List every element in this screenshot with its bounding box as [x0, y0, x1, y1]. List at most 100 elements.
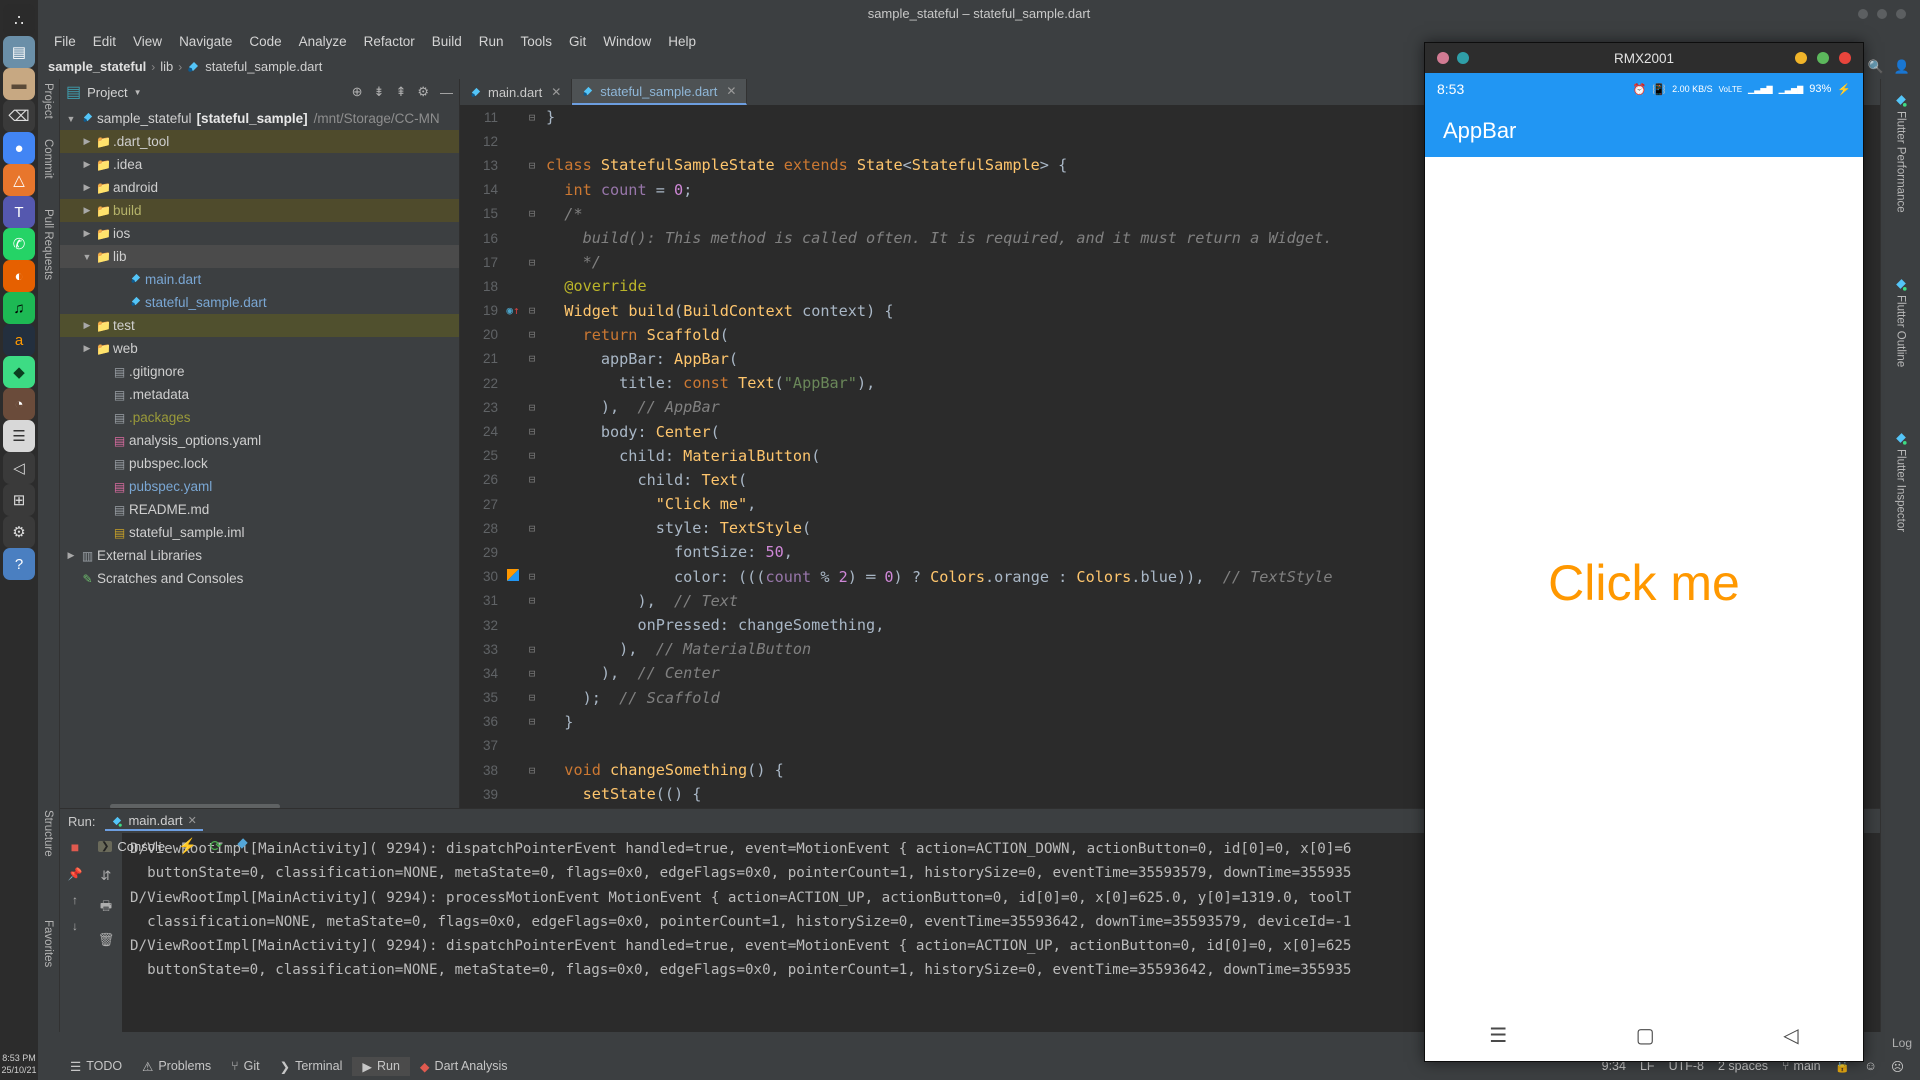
close-icon[interactable]: ✕	[551, 85, 561, 99]
volume-icon[interactable]: ◁	[3, 452, 35, 484]
status-item-todo[interactable]: ☰ TODO	[60, 1057, 132, 1076]
fold-toggle-icon[interactable]: ⊟	[522, 425, 542, 438]
chevron-right-icon[interactable]: ▶	[80, 182, 94, 193]
target-icon[interactable]: ⊕	[352, 84, 363, 100]
tree-node[interactable]: ▤ .gitignore	[60, 360, 459, 383]
status-item-git[interactable]: ⑂ Git	[221, 1057, 270, 1075]
menu-item-view[interactable]: View	[125, 31, 170, 52]
run-tab[interactable]: main.dart ✕	[105, 811, 203, 831]
strip-structure[interactable]: Structure	[42, 810, 54, 862]
emulator-screen[interactable]: 8:53 ⏰ 📳 2.00 KB/S VoLTE ▁▃▅▇ ▁▃▅▇ 93% ⚡…	[1425, 73, 1863, 1061]
fold-toggle-icon[interactable]: ⊟	[522, 449, 542, 462]
arrow-up-icon[interactable]: ↑	[72, 893, 78, 907]
project-tree[interactable]: ▼ sample_stateful [stateful_sample] /mnt/St…	[60, 105, 459, 808]
lightning-icon[interactable]: ⚡	[178, 837, 197, 855]
log-label[interactable]: Log	[1892, 1036, 1912, 1050]
chevron-right-icon[interactable]: ▶	[64, 550, 78, 561]
help-icon[interactable]: ?	[3, 548, 35, 580]
chevron-down-icon[interactable]: ▼	[80, 252, 94, 262]
chevron-down-icon[interactable]: ▼	[134, 88, 142, 97]
tree-node[interactable]: ▶ 📁 web	[60, 337, 459, 360]
refresh-icon[interactable]: ⟳	[210, 837, 223, 855]
amazon-icon[interactable]: a	[3, 324, 35, 356]
fold-toggle-icon[interactable]: ⊟	[522, 256, 542, 269]
folder-icon[interactable]: ▬	[3, 68, 35, 100]
menu-item-edit[interactable]: Edit	[85, 31, 124, 52]
tree-node[interactable]: ▶ 📁 test	[60, 314, 459, 337]
whatsapp-icon[interactable]: ✆	[3, 228, 35, 260]
emulator-minimize-button[interactable]	[1795, 52, 1807, 64]
tree-node[interactable]: ▤ stateful_sample.iml	[60, 521, 459, 544]
close-icon[interactable]: ✕	[188, 814, 197, 827]
color-swatch-icon[interactable]	[504, 569, 522, 584]
menu-item-code[interactable]: Code	[241, 31, 289, 52]
status-item-run[interactable]: ▶ Run	[352, 1056, 410, 1076]
expand-all-icon[interactable]: ⇟	[374, 84, 385, 100]
tree-node[interactable]: ▶ 📁 android	[60, 176, 459, 199]
tree-node[interactable]: ✎ Scratches and Consoles	[60, 567, 459, 590]
stop-icon[interactable]: ■	[71, 839, 79, 855]
fold-toggle-icon[interactable]: ⊟	[522, 401, 542, 414]
strip-favorites[interactable]: Favorites	[42, 920, 54, 972]
arrow-down-icon[interactable]: ↓	[72, 919, 78, 933]
chevron-right-icon[interactable]: ▶	[80, 205, 94, 216]
tree-node[interactable]: ▤ .metadata	[60, 383, 459, 406]
account-icon[interactable]: 👤	[1892, 57, 1912, 77]
menu-item-git[interactable]: Git	[561, 31, 594, 52]
status-item-dart-analysis[interactable]: ◆ Dart Analysis	[410, 1057, 518, 1076]
right-strip-flutter-outline[interactable]: Flutter Outline	[1894, 277, 1908, 367]
status-item-problems[interactable]: ⚠ Problems	[132, 1057, 221, 1076]
fold-toggle-icon[interactable]: ⊟	[522, 667, 542, 680]
calculator-icon[interactable]: ⊞	[3, 484, 35, 516]
fold-toggle-icon[interactable]: ⊟	[522, 304, 542, 317]
settings-icon[interactable]: ⚙	[3, 516, 35, 548]
fold-toggle-icon[interactable]: ⊟	[522, 207, 542, 220]
tree-node[interactable]: ▤ .packages	[60, 406, 459, 429]
gear-icon[interactable]: ⚙	[417, 84, 429, 100]
tree-node[interactable]: ▼ 📁 lib	[60, 245, 459, 268]
jetbrains-toolbox-icon[interactable]: ∴	[3, 4, 35, 36]
chevron-right-icon[interactable]: ▶	[80, 136, 94, 147]
hide-icon[interactable]: —	[440, 85, 453, 100]
fold-toggle-icon[interactable]: ⊟	[522, 594, 542, 607]
tree-node[interactable]: ▶ 📁 ios	[60, 222, 459, 245]
menu-item-analyze[interactable]: Analyze	[291, 31, 355, 52]
tree-node[interactable]: ▶ 📁 .idea	[60, 153, 459, 176]
click-me-button[interactable]: Click me	[1548, 554, 1740, 612]
console-tab[interactable]: ❯ Console	[98, 839, 165, 854]
tree-node[interactable]: ▤ pubspec.lock	[60, 452, 459, 475]
close-icon[interactable]: ✕	[726, 84, 736, 98]
emulator-close-button[interactable]	[1839, 52, 1851, 64]
fold-toggle-icon[interactable]: ⊟	[522, 764, 542, 777]
fold-toggle-icon[interactable]: ⊟	[522, 570, 542, 583]
firefox-icon[interactable]: ◐	[3, 260, 35, 292]
chevron-right-icon[interactable]: ▶	[80, 343, 94, 354]
fold-toggle-icon[interactable]: ⊟	[522, 111, 542, 124]
emulator-maximize-button[interactable]	[1817, 52, 1829, 64]
right-strip-flutter-performance[interactable]: Flutter Performance	[1894, 93, 1908, 213]
back-icon[interactable]: ◁	[1783, 1023, 1798, 1048]
menu-item-build[interactable]: Build	[424, 31, 470, 52]
project-panel-title[interactable]: Project	[87, 85, 127, 100]
tree-node[interactable]: ▤ pubspec.yaml	[60, 475, 459, 498]
breadcrumb-project[interactable]: sample_stateful	[48, 59, 146, 74]
emulator-extra-button-0[interactable]	[1437, 52, 1449, 64]
fold-toggle-icon[interactable]: ⊟	[522, 691, 542, 704]
trash-icon[interactable]: 🗑	[98, 932, 115, 948]
tree-node[interactable]: ▶ 📁 .dart_tool	[60, 130, 459, 153]
strip-pull-requests[interactable]: Pull Requests	[42, 209, 54, 285]
files-icon[interactable]: ▤	[3, 36, 35, 68]
android-studio-icon[interactable]: ◆	[3, 356, 35, 388]
editor-tab-stateful_sample-dart[interactable]: stateful_sample.dart ✕	[572, 79, 748, 105]
tree-node[interactable]: ▼ sample_stateful [stateful_sample] /mnt/St…	[60, 107, 459, 130]
menu-icon[interactable]: ☰	[1489, 1023, 1507, 1048]
menu-item-window[interactable]: Window	[595, 31, 659, 52]
spotify-icon[interactable]: ♫	[3, 292, 35, 324]
emulator-left-dots[interactable]	[1437, 52, 1469, 64]
collapse-all-icon[interactable]: ⇞	[395, 84, 406, 100]
emulator-window-controls[interactable]	[1795, 52, 1851, 64]
frown-icon[interactable]: ☹	[1891, 1059, 1904, 1074]
tree-node[interactable]: ▶ 📁 build	[60, 199, 459, 222]
tree-node[interactable]: ▤ analysis_options.yaml	[60, 429, 459, 452]
scroll-end-icon[interactable]: ⇵	[101, 868, 112, 884]
